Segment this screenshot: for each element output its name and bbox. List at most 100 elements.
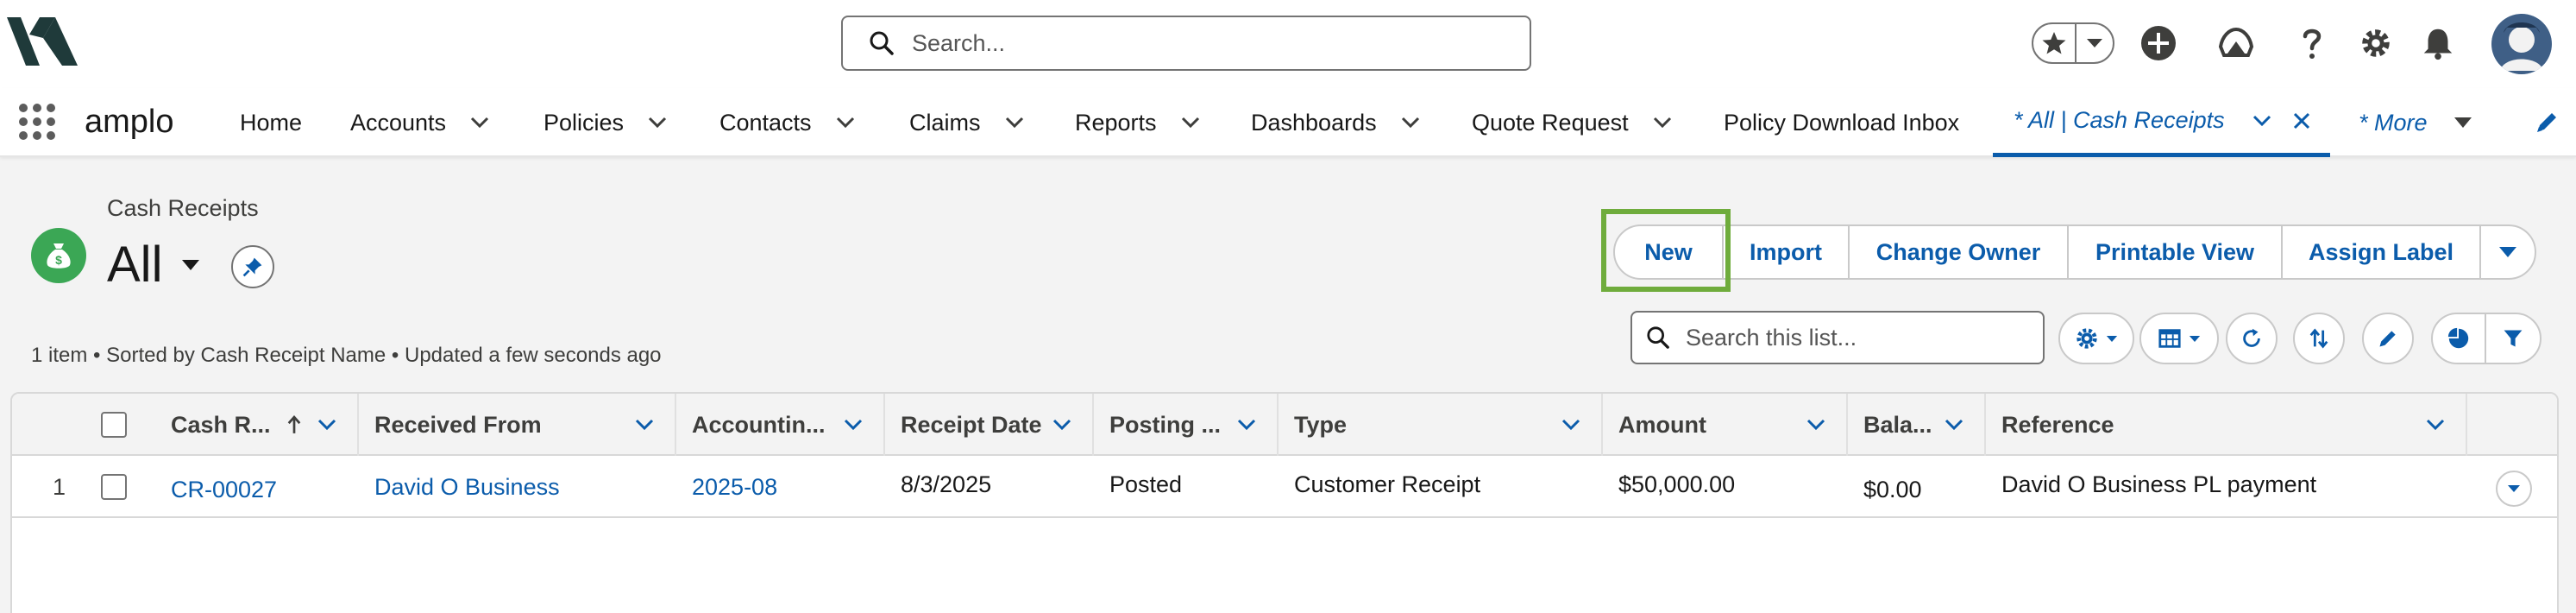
column-header[interactable]: Bala... xyxy=(1848,394,1986,456)
list-search-box[interactable] xyxy=(1630,311,2045,364)
select-all-header xyxy=(72,394,155,456)
column-header[interactable]: Cash R... xyxy=(155,394,359,456)
chevron-down-icon[interactable] xyxy=(1237,419,1256,431)
gear-icon xyxy=(2077,328,2097,349)
chevron-down-icon[interactable] xyxy=(2426,419,2445,431)
import-button[interactable]: Import xyxy=(1722,224,1850,280)
nav-item-policy-download-inbox[interactable]: Policy Download Inbox xyxy=(1724,88,1959,157)
nav-item-claims[interactable]: Claims xyxy=(909,88,1024,157)
nav-item-policies[interactable]: Policies xyxy=(543,88,667,157)
chevron-down-icon[interactable] xyxy=(648,117,667,129)
column-header[interactable]: Accountin... xyxy=(676,394,885,456)
assign-label-button[interactable]: Assign Label xyxy=(2281,224,2481,280)
row-checkbox[interactable] xyxy=(101,474,127,500)
caret-down-icon[interactable] xyxy=(2453,117,2472,129)
column-header-label: Receipt Date xyxy=(901,411,1042,438)
column-header[interactable]: Receipt Date xyxy=(885,394,1094,456)
pencil-icon[interactable] xyxy=(2535,109,2560,135)
select-all-checkbox[interactable] xyxy=(101,412,127,438)
filter-button[interactable] xyxy=(2486,314,2540,363)
help-icon[interactable] xyxy=(2291,22,2333,64)
row-actions-header xyxy=(2467,394,2557,456)
search-icon xyxy=(870,31,894,55)
nav-item-label: Accounts xyxy=(350,109,447,136)
list-status: 1 item • Sorted by Cash Receipt Name • U… xyxy=(31,344,662,367)
chevron-down-icon[interactable] xyxy=(836,117,855,129)
star-icon[interactable] xyxy=(2033,24,2077,62)
close-icon[interactable] xyxy=(2292,111,2311,130)
chevron-down-icon[interactable] xyxy=(1005,117,1024,129)
global-search-box[interactable] xyxy=(841,16,1531,71)
column-header[interactable]: Amount xyxy=(1603,394,1848,456)
accounting-period-link[interactable]: 2025-08 xyxy=(676,456,885,518)
chevron-down-icon[interactable] xyxy=(1401,117,1420,129)
list-settings-button[interactable] xyxy=(2058,313,2134,364)
row-number: 1 xyxy=(52,473,66,500)
chevron-down-icon[interactable] xyxy=(470,117,489,129)
change-owner-button[interactable]: Change Owner xyxy=(1848,224,2069,280)
row-number-header xyxy=(12,394,72,456)
avatar[interactable] xyxy=(2491,14,2552,74)
action-button-group: New Import Change Owner Printable View A… xyxy=(1613,224,2536,280)
refresh-button[interactable] xyxy=(2226,313,2278,364)
reference-cell: David O Business PL payment xyxy=(2001,471,2317,497)
nav-item-label: * More xyxy=(2359,109,2428,136)
nav-item-label: Policies xyxy=(543,109,625,136)
printable-view-button[interactable]: Printable View xyxy=(2067,224,2283,280)
nav-item-contacts[interactable]: Contacts xyxy=(719,88,855,157)
gear-icon[interactable] xyxy=(2355,22,2397,64)
row-actions-button[interactable] xyxy=(2496,471,2532,507)
column-header-label: Reference xyxy=(2001,411,2114,438)
sort-button[interactable] xyxy=(2293,313,2345,364)
chevron-down-icon[interactable] xyxy=(1806,419,1825,431)
global-search-input[interactable] xyxy=(912,29,1498,57)
logo-icon[interactable] xyxy=(7,17,78,66)
column-header[interactable]: Type xyxy=(1279,394,1603,456)
nav-item-reports[interactable]: Reports xyxy=(1075,88,1200,157)
list-search-input[interactable] xyxy=(1686,324,2031,351)
chevron-down-icon[interactable] xyxy=(317,419,336,431)
chevron-down-icon[interactable] xyxy=(1945,419,1963,431)
chevron-down-icon[interactable] xyxy=(2252,115,2271,127)
received-from-link[interactable]: David O Business xyxy=(359,456,676,518)
column-header[interactable]: Received From xyxy=(359,394,676,456)
list-view-selector[interactable]: All xyxy=(107,235,200,295)
add-icon[interactable] xyxy=(2138,22,2179,64)
nav-item-label: Claims xyxy=(909,109,981,136)
chevron-down-icon[interactable] xyxy=(635,419,654,431)
column-header[interactable]: Reference xyxy=(1986,394,2467,456)
chevron-down-icon[interactable] xyxy=(1181,117,1200,129)
column-header-label: Cash R... xyxy=(171,411,271,438)
type-cell: Customer Receipt xyxy=(1294,471,1481,497)
posting-status-cell: Posted xyxy=(1109,471,1183,497)
nav-item-accounts[interactable]: Accounts xyxy=(350,88,489,157)
display-as-button[interactable] xyxy=(2139,313,2219,364)
app-launcher-icon[interactable] xyxy=(17,102,57,142)
pin-button[interactable] xyxy=(231,245,274,288)
caret-down-icon[interactable] xyxy=(181,259,200,271)
table-header-row: Cash R... Received From Accountin... Rec… xyxy=(12,394,2557,456)
row-actions-cell xyxy=(2467,456,2557,518)
column-header-label: Type xyxy=(1294,411,1348,438)
nav-item-label: Quote Request xyxy=(1472,109,1629,136)
favorites-button[interactable] xyxy=(2032,22,2114,64)
chart-button[interactable] xyxy=(2433,314,2486,363)
bell-icon[interactable] xyxy=(2417,22,2459,64)
chevron-down-icon[interactable] xyxy=(1653,117,1672,129)
nav-item-all-cash-receipts[interactable]: * All | Cash Receipts xyxy=(1993,88,2330,157)
favorites-dropdown-icon[interactable] xyxy=(2077,38,2113,48)
column-header[interactable]: Posting ... xyxy=(1094,394,1279,456)
nav-item-quote-request[interactable]: Quote Request xyxy=(1472,88,1672,157)
caret-down-icon xyxy=(2106,335,2118,342)
more-actions-button[interactable] xyxy=(2479,224,2536,280)
trailhead-icon[interactable] xyxy=(2215,22,2257,64)
chevron-down-icon[interactable] xyxy=(1052,419,1071,431)
cash-receipt-link[interactable]: CR-00027 xyxy=(155,456,359,518)
nav-item-more[interactable]: * More xyxy=(2359,88,2472,157)
inline-edit-button[interactable] xyxy=(2362,313,2414,364)
chevron-down-icon[interactable] xyxy=(844,419,863,431)
nav-item-dashboards[interactable]: Dashboards xyxy=(1251,88,1420,157)
nav-item-home[interactable]: Home xyxy=(240,88,302,157)
nav-item-label: * All | Cash Receipts xyxy=(2014,107,2225,133)
chevron-down-icon[interactable] xyxy=(1561,419,1580,431)
